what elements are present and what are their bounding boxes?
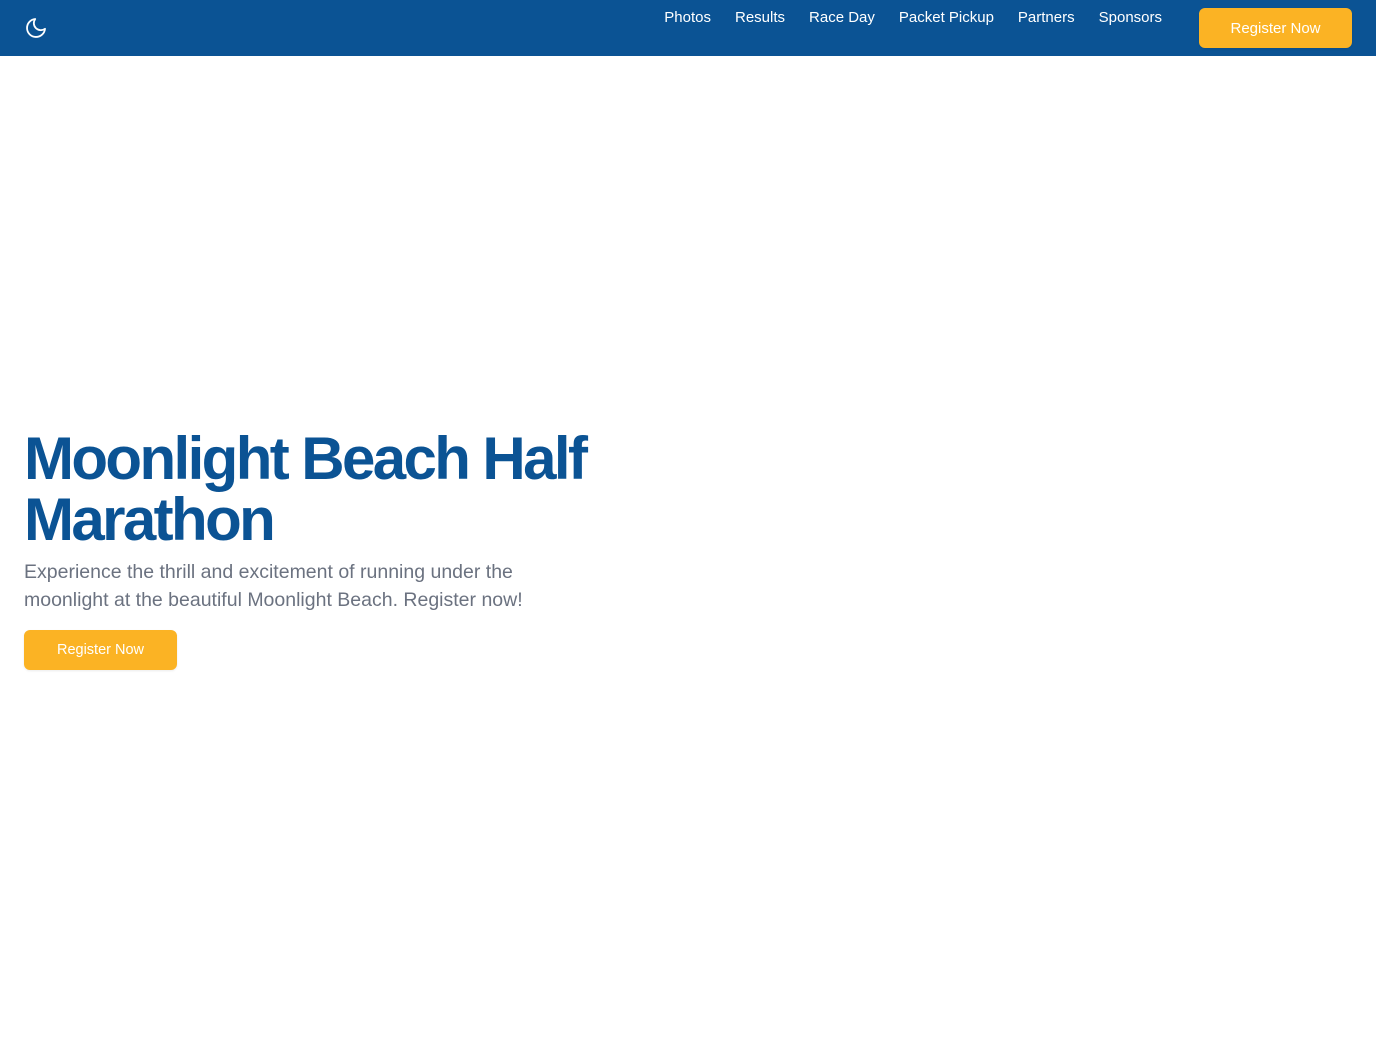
hero-title: Moonlight Beach Half Marathon: [24, 425, 588, 553]
hero-register-button[interactable]: Register Now: [24, 630, 177, 670]
nav-link-packet-pickup[interactable]: Packet Pickup: [887, 8, 1006, 28]
moon-icon[interactable]: [24, 16, 48, 40]
nav-link-photos[interactable]: Photos: [652, 8, 723, 28]
hero-subtitle: Experience the thrill and excitement of …: [24, 561, 523, 611]
nav-link-race-day[interactable]: Race Day: [797, 8, 887, 28]
nav-register-button[interactable]: Register Now: [1199, 8, 1352, 48]
nav-link-sponsors[interactable]: Sponsors: [1087, 8, 1174, 28]
top-navbar: Photos Results Race Day Packet Pickup Pa…: [0, 0, 1376, 56]
nav-link-results[interactable]: Results: [723, 8, 797, 28]
hero-section: Moonlight Beach Half Marathon Experience…: [24, 428, 664, 670]
nav-link-partners[interactable]: Partners: [1006, 8, 1087, 28]
nav-links: Photos Results Race Day Packet Pickup Pa…: [652, 8, 1174, 28]
